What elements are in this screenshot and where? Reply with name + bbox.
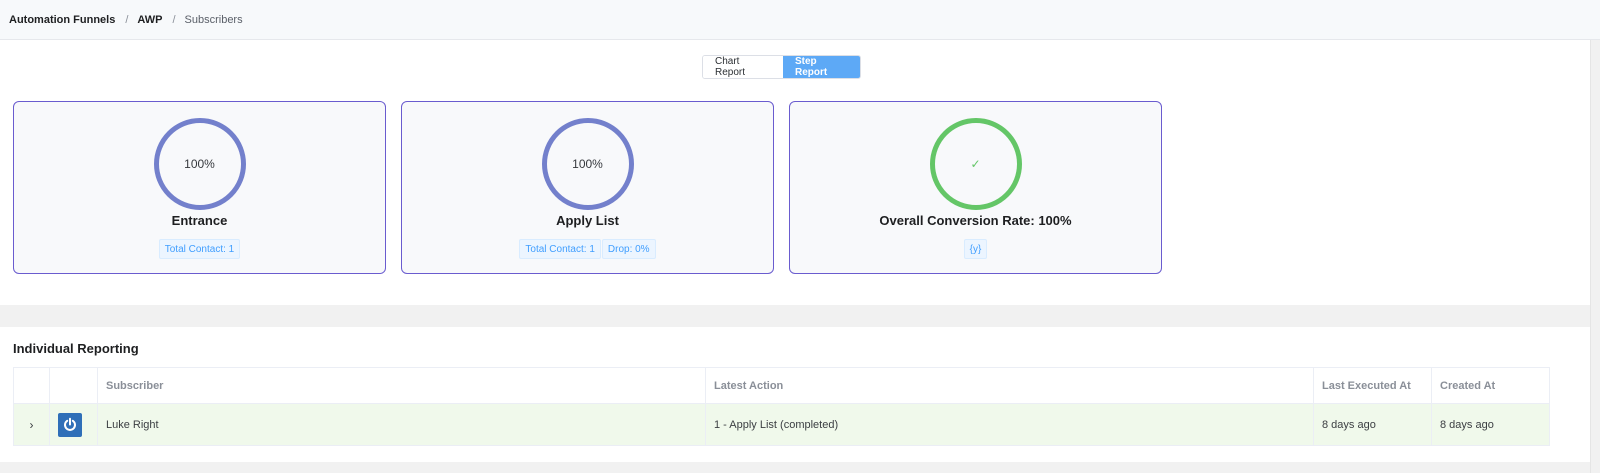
breadcrumb-awp[interactable]: AWP xyxy=(137,14,162,26)
column-created[interactable]: Created At xyxy=(1431,367,1550,404)
step-card-entrance: 100% Entrance Total Contact: 1 xyxy=(13,101,386,274)
column-subscriber[interactable]: Subscriber xyxy=(97,367,706,404)
avatar-cell xyxy=(49,403,98,446)
last-executed-at: 8 days ago xyxy=(1313,403,1432,446)
section-title: Individual Reporting xyxy=(13,341,139,356)
breadcrumb-separator: / xyxy=(172,13,176,26)
latest-action: 1 - Apply List (completed) xyxy=(705,403,1314,446)
breadcrumb-automation-funnels[interactable]: Automation Funnels xyxy=(9,14,115,26)
avatar-column-header xyxy=(49,367,98,404)
step-card-overall-conversion: ✓ Overall Conversion Rate: 100% {y} xyxy=(789,101,1162,274)
total-contact-tag: Total Contact: 1 xyxy=(519,239,601,259)
chart-report-button[interactable]: Chart Report xyxy=(703,56,783,78)
progress-ring: 100% xyxy=(153,118,246,210)
drop-tag: Drop: 0% xyxy=(601,239,656,259)
created-at: 8 days ago xyxy=(1431,403,1550,446)
progress-ring: 100% xyxy=(541,118,634,210)
report-toggle: Chart Report Step Report xyxy=(702,55,861,79)
table-row[interactable]: › Luke Right 1 - Apply List (completed) … xyxy=(13,403,1550,446)
subscriber-name[interactable]: Luke Right xyxy=(97,403,706,446)
total-contact-tag: Total Contact: 1 xyxy=(158,239,241,259)
step-card-apply-list: 100% Apply List Total Contact: 1 Drop: 0… xyxy=(401,101,774,274)
breadcrumb-subscribers: Subscribers xyxy=(184,13,243,26)
power-icon xyxy=(58,412,82,437)
breadcrumb-separator: / xyxy=(125,13,129,26)
expand-column-header xyxy=(13,367,50,404)
table-header-row: Subscriber Latest Action Last Executed A… xyxy=(13,367,1550,404)
check-icon: ✓ xyxy=(929,118,1022,210)
step-title: Entrance xyxy=(171,213,228,228)
step-title: Overall Conversion Rate: 100% xyxy=(879,213,1072,228)
column-latest-action[interactable]: Latest Action xyxy=(705,367,1314,404)
chevron-right-icon[interactable]: › xyxy=(13,403,50,446)
breadcrumb: Automation Funnels / AWP / Subscribers xyxy=(0,0,1600,40)
step-title: Apply List xyxy=(556,213,619,228)
conversion-tag: {y} xyxy=(963,239,988,259)
column-last-executed[interactable]: Last Executed At xyxy=(1313,367,1432,404)
step-report-button[interactable]: Step Report xyxy=(783,56,860,78)
page-scrollbar[interactable] xyxy=(1590,40,1600,473)
subscribers-table: Subscriber Latest Action Last Executed A… xyxy=(13,367,1550,446)
